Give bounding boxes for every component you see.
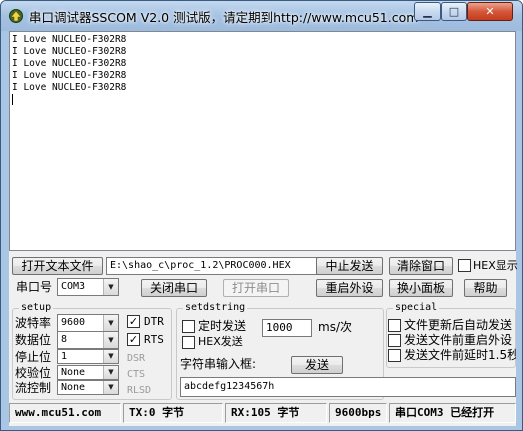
- send-button[interactable]: 发送: [291, 356, 343, 374]
- delay-before-send-checkbox[interactable]: [388, 349, 401, 362]
- status-baud: 9600bps: [329, 403, 387, 423]
- small-panel-button[interactable]: 换小面板: [389, 279, 453, 297]
- delay-before-send-label: 发送文件前延时1.5秒: [404, 348, 516, 362]
- send-text-input[interactable]: abcdefg1234567h: [180, 377, 516, 397]
- restart-before-send-checkbox[interactable]: [388, 334, 401, 347]
- chevron-down-icon[interactable]: ▼: [103, 315, 118, 331]
- file-path-field[interactable]: E:\shao_c\proc_1.2\PROC000.HEX: [106, 257, 318, 275]
- stopbits-select-value: 1: [61, 351, 68, 362]
- receive-line: I Love NUCLEO-F302R8: [12, 58, 127, 69]
- flow-control-select[interactable]: None ▼: [57, 380, 119, 395]
- databits-select[interactable]: 8 ▼: [57, 331, 119, 349]
- timed-send-checkbox[interactable]: [182, 320, 195, 333]
- open-file-button[interactable]: 打开文本文件: [12, 257, 103, 275]
- rts-label: RTS: [144, 333, 164, 346]
- receive-textarea[interactable]: I Love NUCLEO-F302R8 I Love NUCLEO-F302R…: [9, 31, 516, 251]
- dsr-indicator: DSR: [127, 353, 146, 364]
- setdstring-group-title: setdstring: [183, 301, 248, 315]
- parity-label: 校验位: [15, 366, 52, 380]
- parity-select-value: None: [61, 367, 86, 378]
- port-label: 串口号: [16, 280, 53, 294]
- databits-select-value: 8: [61, 334, 68, 345]
- baud-select[interactable]: 9600 ▼: [57, 314, 119, 332]
- chevron-down-icon[interactable]: ▼: [103, 350, 118, 363]
- receive-line: I Love NUCLEO-F302R8: [12, 70, 127, 81]
- port-select-value: COM3: [61, 281, 86, 292]
- chevron-down-icon[interactable]: ▼: [103, 381, 118, 394]
- baud-select-value: 9600: [61, 317, 86, 328]
- hex-display-checkbox[interactable]: [458, 259, 471, 272]
- dtr-checkbox[interactable]: ✓: [127, 315, 140, 328]
- port-select[interactable]: COM3 ▼: [57, 278, 119, 296]
- databits-label: 数据位: [15, 333, 52, 347]
- special-group-title: special: [393, 301, 440, 315]
- timed-send-label: 定时发送: [198, 319, 247, 333]
- stop-send-button[interactable]: 中止发送: [316, 257, 383, 275]
- maximize-button[interactable]: □: [441, 2, 467, 21]
- hex-send-label: HEX发送: [198, 335, 243, 348]
- receive-line: I Love NUCLEO-F302R8: [12, 82, 127, 93]
- hex-send-checkbox[interactable]: [182, 336, 195, 349]
- text-caret: [12, 94, 13, 105]
- help-button[interactable]: 帮助: [464, 279, 507, 297]
- status-rx-count: RX:105 字节: [225, 403, 327, 423]
- interval-input[interactable]: 1000: [262, 319, 312, 337]
- rlsd-indicator: RLSD: [127, 385, 152, 396]
- baud-label: 波特率: [15, 316, 52, 330]
- flow-control-select-value: None: [61, 382, 86, 393]
- chevron-down-icon[interactable]: ▼: [103, 279, 118, 295]
- close-button[interactable]: ✕: [467, 2, 513, 21]
- auto-send-on-update-label: 文件更新后自动发送: [404, 318, 513, 332]
- flow-control-label: 流控制: [15, 381, 52, 395]
- auto-send-on-update-checkbox[interactable]: [388, 319, 401, 332]
- title-bar[interactable]: 串口调试器SSCOM V2.0 测试版，请定期到http://www.mcu51…: [1, 1, 522, 31]
- interval-unit: ms/次: [318, 320, 352, 334]
- rts-checkbox[interactable]: ✓: [127, 333, 140, 346]
- setup-group-title: setup: [19, 301, 54, 315]
- app-window: 串口调试器SSCOM V2.0 测试版，请定期到http://www.mcu51…: [0, 0, 523, 431]
- window-title: 串口调试器SSCOM V2.0 测试版，请定期到http://www.mcu51…: [29, 10, 419, 25]
- receive-line: I Love NUCLEO-F302R8: [12, 46, 127, 57]
- client-area: I Love NUCLEO-F302R8 I Love NUCLEO-F302R…: [9, 31, 518, 426]
- stopbits-select[interactable]: 1 ▼: [57, 349, 119, 364]
- status-bar: www.mcu51.com TX:0 字节 RX:105 字节 9600bps …: [9, 403, 516, 423]
- restart-peripheral-button[interactable]: 重启外设: [316, 279, 383, 297]
- hex-display-label: HEX显示: [473, 259, 518, 272]
- dtr-label: DTR: [144, 315, 164, 328]
- chevron-down-icon[interactable]: ▼: [103, 332, 118, 348]
- status-port-state: 串口COM3 已经打开: [389, 403, 516, 423]
- minimize-button[interactable]: ▁: [414, 2, 441, 21]
- close-port-button[interactable]: 关闭串口: [141, 279, 207, 297]
- string-input-label: 字符串输入框:: [180, 357, 257, 371]
- parity-select[interactable]: None ▼: [57, 365, 119, 380]
- app-logo-icon: [9, 9, 23, 23]
- cts-indicator: CTS: [127, 369, 146, 380]
- status-tx-count: TX:0 字节: [123, 403, 223, 423]
- restart-before-send-label: 发送文件前重启外设: [404, 333, 513, 347]
- chevron-down-icon[interactable]: ▼: [103, 366, 118, 379]
- stopbits-label: 停止位: [15, 350, 52, 364]
- clear-window-button[interactable]: 清除窗口: [389, 257, 453, 275]
- status-site: www.mcu51.com: [9, 403, 121, 423]
- open-port-button[interactable]: 打开串口: [223, 279, 289, 297]
- receive-line: I Love NUCLEO-F302R8: [12, 34, 127, 45]
